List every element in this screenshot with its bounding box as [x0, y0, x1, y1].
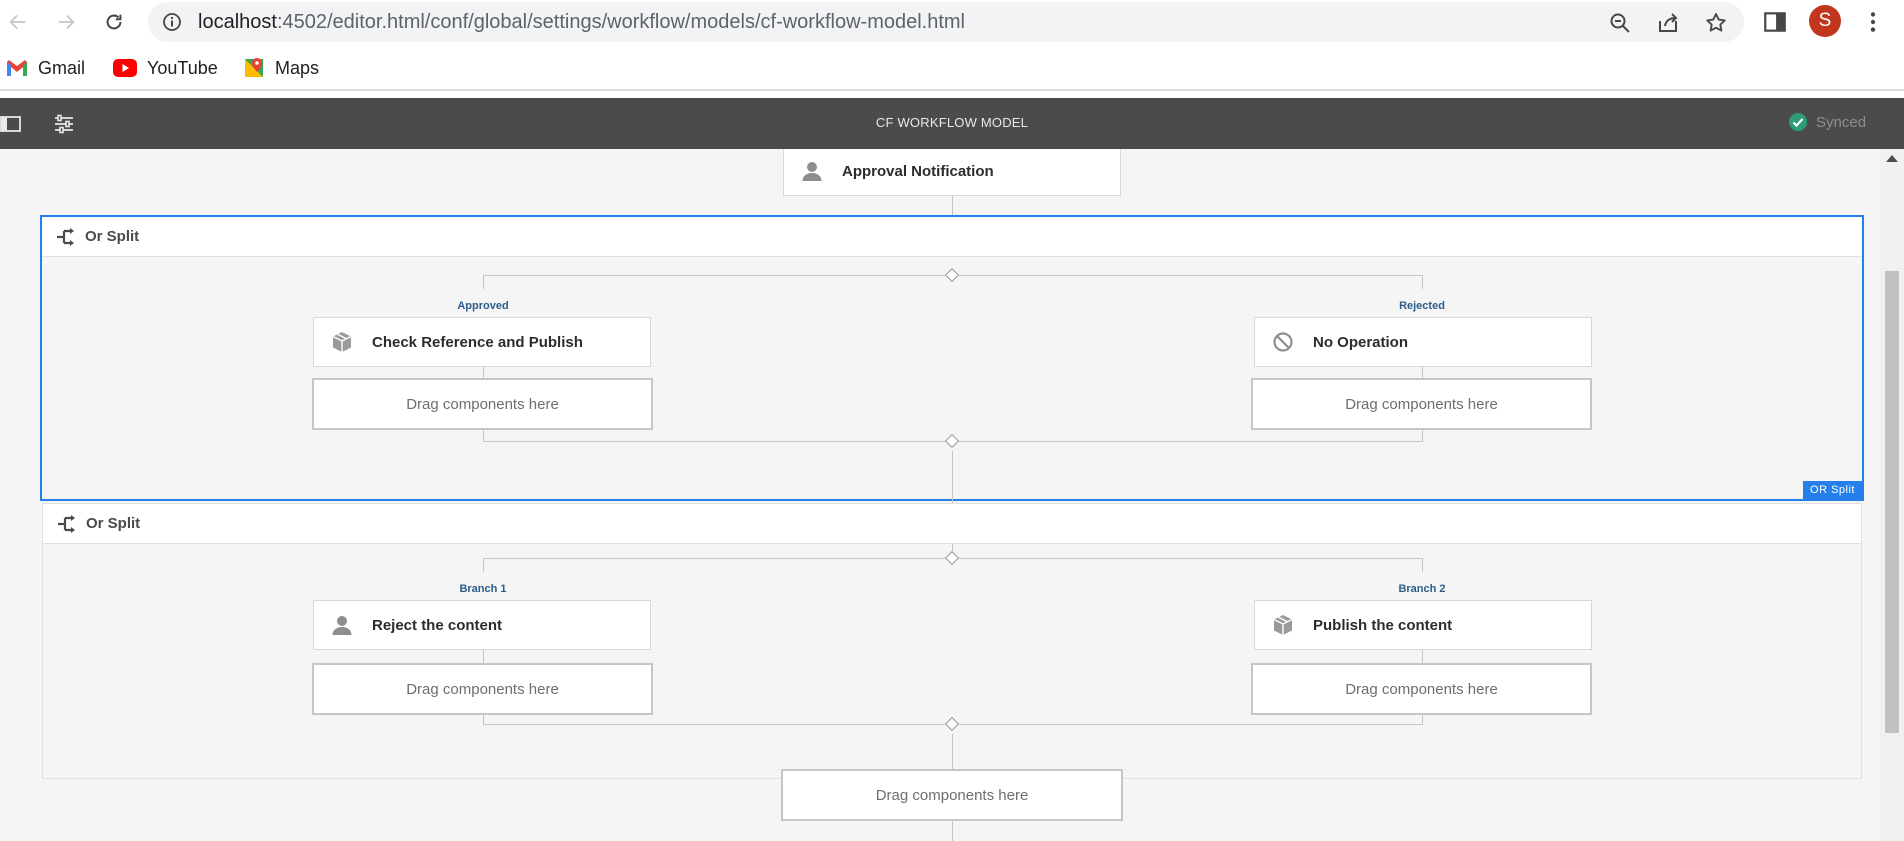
site-info-icon[interactable] — [162, 12, 182, 32]
bookmark-youtube[interactable]: YouTube — [113, 56, 218, 80]
workflow-canvas: Approval Notification Or Split OR Split … — [0, 149, 1880, 841]
or-split-header[interactable]: Or Split — [43, 504, 1861, 544]
gmail-icon — [7, 60, 27, 76]
youtube-icon — [113, 59, 137, 77]
url-text[interactable]: localhost:4502/editor.html/conf/global/s… — [198, 11, 965, 34]
connector — [1422, 275, 1423, 289]
bookmark-gmail[interactable]: Gmail — [6, 56, 85, 80]
connector — [952, 734, 953, 770]
or-split-badge: OR Split — [1803, 481, 1862, 499]
maps-icon — [245, 58, 263, 77]
step-label: No Operation — [1313, 333, 1409, 351]
split-icon — [58, 514, 75, 533]
workflow-step-reject-content[interactable]: Reject the content — [313, 600, 651, 650]
connector — [483, 558, 484, 572]
branch-label-approved: Approved — [457, 300, 509, 312]
connector — [483, 275, 484, 289]
drop-zone-bottom[interactable]: Drag components here — [781, 769, 1123, 821]
branch-label-1: Branch 1 — [459, 583, 507, 595]
connector — [952, 821, 953, 841]
reload-button[interactable] — [100, 8, 128, 36]
package-icon — [332, 332, 352, 352]
back-button[interactable] — [4, 8, 32, 36]
address-bar[interactable]: localhost:4502/editor.html/conf/global/s… — [148, 2, 1744, 42]
browser-toolbar: localhost:4502/editor.html/conf/global/s… — [0, 0, 1904, 43]
browser-window: localhost:4502/editor.html/conf/global/s… — [0, 0, 1904, 841]
or-split-label: Or Split — [85, 228, 140, 245]
workflow-step-check-reference[interactable]: Check Reference and Publish — [313, 317, 651, 367]
branch-label-2: Branch 2 — [1398, 583, 1446, 595]
reload-icon — [106, 14, 122, 30]
canvas-scrollbar[interactable] — [1880, 149, 1904, 841]
bookmark-maps[interactable]: Maps — [243, 56, 319, 80]
workflow-step-no-operation[interactable]: No Operation — [1254, 317, 1592, 367]
connector — [1422, 650, 1423, 664]
url-host: localhost — [198, 11, 277, 33]
drop-zone[interactable]: Drag components here — [1251, 663, 1592, 715]
bookmark-label: Maps — [275, 57, 320, 78]
side-panel-icon[interactable] — [1762, 9, 1788, 35]
or-split-label: Or Split — [86, 515, 141, 532]
step-label: Publish the content — [1313, 616, 1453, 634]
share-icon[interactable] — [1656, 11, 1680, 35]
bookmark-label: YouTube — [147, 57, 218, 78]
workflow-step-publish-content[interactable]: Publish the content — [1254, 600, 1592, 650]
sync-status: Synced — [1788, 112, 1866, 132]
check-circle-icon — [1789, 113, 1807, 131]
user-icon — [332, 616, 352, 635]
step-label: Approval Notification — [842, 162, 994, 180]
drop-zone[interactable]: Drag components here — [312, 663, 653, 715]
zoom-icon[interactable] — [1608, 11, 1632, 35]
page-title: CF WORKFLOW MODEL — [875, 115, 1029, 130]
user-icon — [802, 162, 822, 181]
sync-status-label: Synced — [1816, 113, 1867, 131]
arrow-left-icon — [9, 14, 26, 30]
branch-label-rejected: Rejected — [1399, 300, 1445, 312]
more-menu-icon[interactable] — [1860, 9, 1886, 35]
connector — [1422, 558, 1423, 572]
url-path: :4502/editor.html/conf/global/settings/w… — [276, 11, 966, 33]
package-icon — [1273, 615, 1293, 635]
split-icon — [57, 227, 74, 246]
or-split-header[interactable]: Or Split — [42, 217, 1862, 257]
bookmark-label: Gmail — [38, 57, 86, 78]
step-label: Check Reference and Publish — [372, 333, 583, 351]
drop-zone[interactable]: Drag components here — [312, 378, 653, 430]
step-label: Reject the content — [372, 616, 503, 634]
no-operation-icon — [1273, 332, 1293, 352]
drop-zone[interactable]: Drag components here — [1251, 378, 1592, 430]
forward-button[interactable] — [52, 8, 80, 36]
profile-avatar[interactable]: S — [1809, 5, 1841, 37]
connector — [483, 650, 484, 664]
workflow-step-approval-notification[interactable]: Approval Notification — [783, 149, 1121, 196]
arrow-right-icon — [58, 14, 75, 30]
bookmarks-bar: Gmail YouTube Maps — [0, 47, 1904, 91]
scroll-up-arrow[interactable] — [1886, 155, 1898, 162]
bookmark-star-icon[interactable] — [1704, 11, 1728, 35]
editor-header: CF WORKFLOW MODEL Synced — [0, 98, 1904, 149]
scroll-thumb[interactable] — [1885, 271, 1899, 733]
